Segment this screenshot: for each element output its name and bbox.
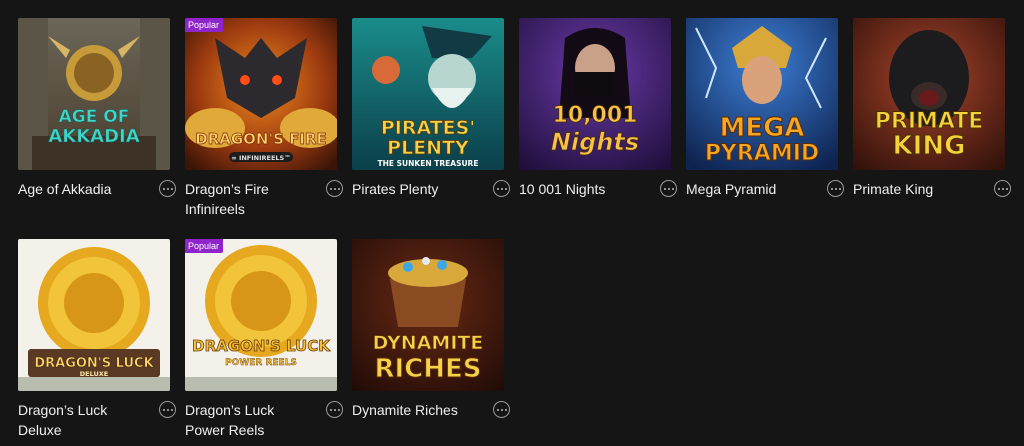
game-thumbnail[interactable]: DRAGON'S FIRE ∞ INFINIREELS™ Popular: [185, 18, 337, 170]
game-card-pirates-plenty[interactable]: PIRATES' PLENTY THE SUNKEN TREASURE Pira…: [352, 18, 510, 219]
logo-text-line-2: PYRAMID: [705, 141, 819, 166]
game-artwork: AGE OF AKKADIA: [18, 18, 170, 170]
game-card-primate-king[interactable]: PRIMATE KING Primate King: [853, 18, 1011, 219]
game-card-dragons-fire-infinireels[interactable]: DRAGON'S FIRE ∞ INFINIREELS™ Popular Dra…: [185, 18, 343, 219]
logo-subtext: ∞ INFINIREELS™: [231, 154, 290, 162]
game-grid: AGE OF AKKADIA Age of Akkadia DRAGON'S F…: [18, 18, 1011, 440]
more-options-icon[interactable]: [493, 180, 510, 197]
game-card-age-of-akkadia[interactable]: AGE OF AKKADIA Age of Akkadia: [18, 18, 176, 219]
more-options-icon[interactable]: [994, 180, 1011, 197]
logo-text-line-1: DRAGON'S LUCK: [192, 337, 331, 355]
game-title[interactable]: Dragon’s Luck Power Reels: [185, 400, 305, 440]
logo-text-line-2: AKKADIA: [48, 126, 139, 147]
game-card-mega-pyramid[interactable]: MEGA PYRAMID Mega Pyramid: [686, 18, 844, 219]
more-options-icon[interactable]: [326, 180, 343, 197]
popular-badge: Popular: [185, 18, 224, 32]
logo-text-line-1: MEGA: [719, 113, 804, 143]
game-title[interactable]: Mega Pyramid: [686, 179, 806, 199]
game-artwork: DRAGON'S LUCK DELUXE: [18, 239, 170, 391]
game-title[interactable]: Dragon’s Fire Infinireels: [185, 179, 305, 219]
popular-badge: Popular: [185, 239, 224, 253]
more-options-icon[interactable]: [326, 401, 343, 418]
game-title[interactable]: Dynamite Riches: [352, 400, 472, 420]
game-title[interactable]: Dragon’s Luck Deluxe: [18, 400, 138, 440]
more-options-icon[interactable]: [159, 180, 176, 197]
logo-text-line-2: Nights: [551, 128, 639, 156]
game-thumbnail[interactable]: MEGA PYRAMID: [686, 18, 838, 170]
game-title[interactable]: Primate King: [853, 179, 973, 199]
logo-subtext: THE SUNKEN TREASURE: [378, 159, 479, 168]
game-thumbnail[interactable]: DYNAMITE RICHES: [352, 239, 504, 391]
logo-text-line-1: PIRATES': [381, 117, 475, 139]
game-thumbnail[interactable]: DRAGON'S LUCK POWER REELS Popular: [185, 239, 337, 391]
logo-subtext: POWER REELS: [225, 358, 297, 368]
logo-text-line-1: AGE OF: [59, 107, 130, 127]
more-options-icon[interactable]: [827, 180, 844, 197]
game-artwork: DYNAMITE RICHES: [352, 239, 504, 391]
game-thumbnail[interactable]: DRAGON'S LUCK DELUXE: [18, 239, 170, 391]
game-artwork: PIRATES' PLENTY THE SUNKEN TREASURE: [352, 18, 504, 170]
more-options-icon[interactable]: [493, 401, 510, 418]
game-title[interactable]: Pirates Plenty: [352, 179, 472, 199]
logo-text-line-1: DYNAMITE: [373, 332, 484, 354]
logo-text-line-2: KING: [893, 131, 966, 161]
game-artwork: DRAGON'S FIRE ∞ INFINIREELS™: [185, 18, 337, 170]
game-artwork: 10,001 Nights: [519, 18, 671, 170]
game-card-dynamite-riches[interactable]: DYNAMITE RICHES Dynamite Riches: [352, 239, 510, 440]
game-thumbnail[interactable]: PRIMATE KING: [853, 18, 1005, 170]
game-thumbnail[interactable]: 10,001 Nights: [519, 18, 671, 170]
logo-text-line-1: DRAGON'S FIRE: [195, 130, 326, 148]
game-title[interactable]: 10 001 Nights: [519, 179, 639, 199]
game-thumbnail[interactable]: AGE OF AKKADIA: [18, 18, 170, 170]
more-options-icon[interactable]: [159, 401, 176, 418]
game-artwork: DRAGON'S LUCK POWER REELS: [185, 239, 337, 391]
game-artwork: MEGA PYRAMID: [686, 18, 838, 170]
logo-text-line-1: DRAGON'S LUCK: [34, 356, 154, 371]
logo-text-line-1: 10,001: [553, 103, 638, 128]
logo-subtext: DELUXE: [80, 370, 108, 378]
game-card-dragons-luck-deluxe[interactable]: DRAGON'S LUCK DELUXE Dragon’s Luck Delux…: [18, 239, 176, 440]
more-options-icon[interactable]: [660, 180, 677, 197]
game-artwork: PRIMATE KING: [853, 18, 1005, 170]
game-card-dragons-luck-power-reels[interactable]: DRAGON'S LUCK POWER REELS Popular Dragon…: [185, 239, 343, 440]
game-title[interactable]: Age of Akkadia: [18, 179, 138, 199]
logo-text-line-2: PLENTY: [387, 137, 469, 159]
logo-text-line-2: RICHES: [374, 354, 481, 384]
game-thumbnail[interactable]: PIRATES' PLENTY THE SUNKEN TREASURE: [352, 18, 504, 170]
game-card-10001-nights[interactable]: 10,001 Nights 10 001 Nights: [519, 18, 677, 219]
